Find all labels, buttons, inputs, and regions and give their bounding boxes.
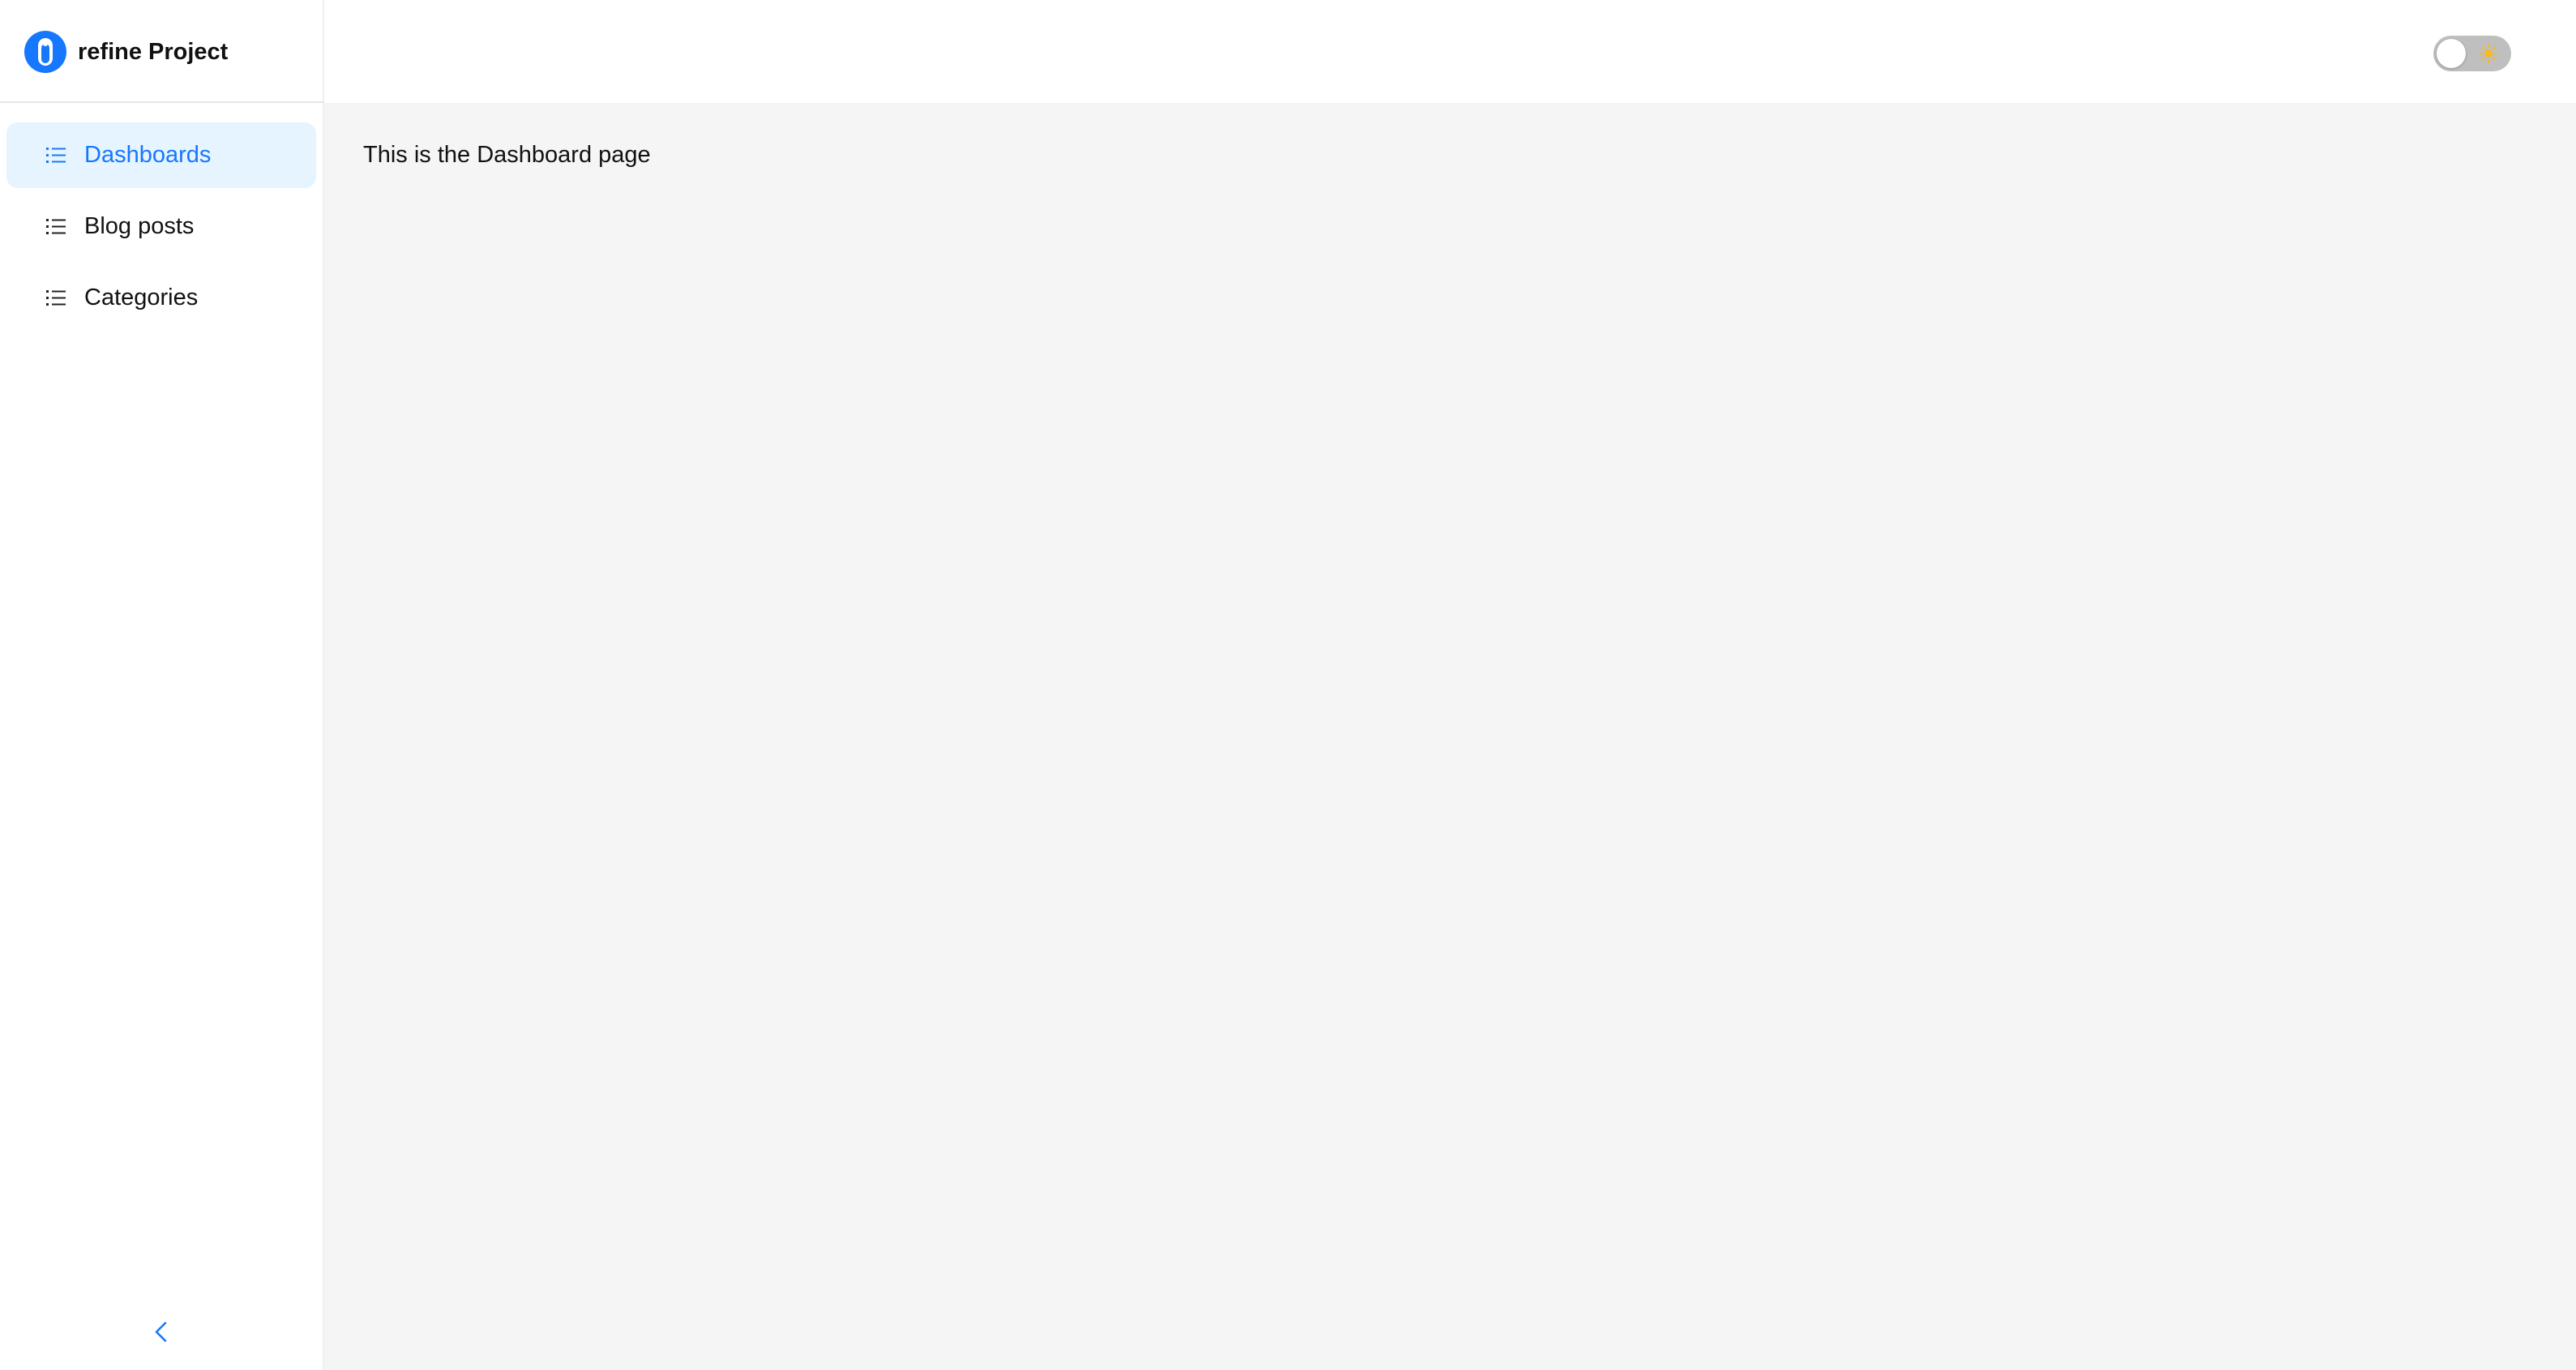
refine-logo-icon [24,31,66,73]
unordered-list-icon [46,289,66,306]
unordered-list-icon [46,218,66,234]
unordered-list-icon [46,147,66,163]
sidebar-item-categories[interactable]: Categories [6,265,316,331]
sidebar: refine Project Dashboards Blog posts Cat… [0,0,324,1370]
page-text: This is the Dashboard page [363,142,651,168]
sidebar-item-label: Dashboards [84,142,212,168]
brand-title: refine Project [78,38,229,65]
sidebar-item-label: Categories [84,285,199,310]
sidebar-divider [0,101,324,103]
sidebar-item-label: Blog posts [84,213,195,239]
chevron-left-icon [155,1321,167,1342]
header [324,0,2576,103]
main-content: This is the Dashboard page [324,103,2576,1370]
toggle-knob [2437,39,2466,68]
sidebar-item-blog-posts[interactable]: Blog posts [6,194,316,259]
theme-toggle[interactable] [2433,36,2511,71]
sidebar-collapse-button[interactable] [143,1313,180,1351]
sidebar-item-dashboards[interactable]: Dashboards [6,122,316,188]
sun-icon [2479,44,2498,63]
brand[interactable]: refine Project [24,31,228,73]
sidebar-menu: Dashboards Blog posts Categories [6,122,316,336]
